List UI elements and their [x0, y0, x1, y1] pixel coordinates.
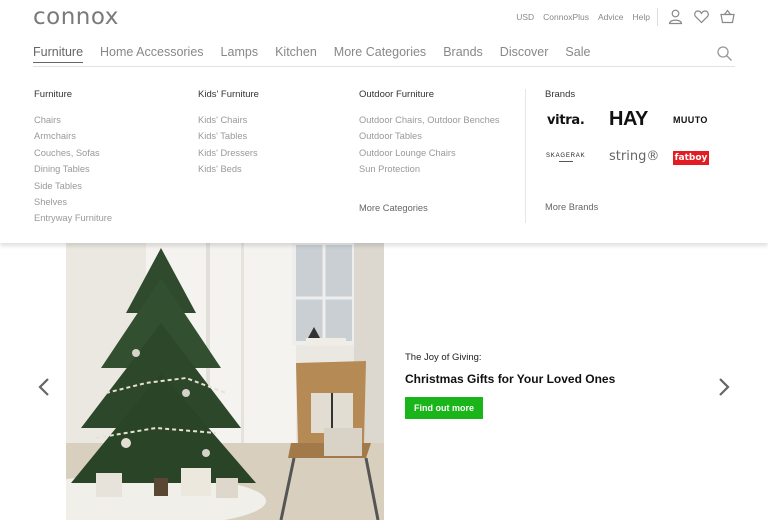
- nav-furniture[interactable]: Furniture: [33, 45, 84, 63]
- column-divider: [525, 89, 526, 223]
- menu-item-outdoor-lounge[interactable]: Outdoor Lounge Chairs: [359, 145, 519, 161]
- column-heading[interactable]: Furniture: [34, 89, 112, 100]
- brand-logo-hay[interactable]: HAY: [609, 108, 648, 131]
- carousel-prev-arrow-icon[interactable]: [36, 376, 52, 398]
- brand-logo-fatboy[interactable]: fatboy: [673, 151, 709, 165]
- main-nav: Furniture Home Accessories Lamps Kitchen…: [33, 45, 590, 63]
- brand-logo-skagerak[interactable]: SKAGERAK: [546, 153, 585, 162]
- brand-logo-string[interactable]: string®: [609, 149, 659, 164]
- more-brands-link[interactable]: More Brands: [545, 202, 598, 212]
- hero-image[interactable]: [66, 243, 384, 520]
- menu-item-outdoor-tables[interactable]: Outdoor Tables: [359, 128, 519, 144]
- brand-logo-muuto[interactable]: MUUTO: [673, 115, 708, 125]
- basket-icon[interactable]: [719, 8, 736, 25]
- utility-links: USD ConnoxPlus Advice Help: [516, 12, 650, 22]
- nav-more-categories[interactable]: More Categories: [334, 45, 426, 63]
- more-categories-link[interactable]: More Categories: [359, 203, 428, 213]
- menu-item-kids-beds[interactable]: Kids' Beds: [198, 161, 259, 177]
- menu-column-outdoor: Outdoor Furniture Outdoor Chairs, Outdoo…: [359, 89, 519, 223]
- menu-column-kids: Kids' Furniture Kids' Chairs Kids' Table…: [198, 89, 259, 178]
- menu-item-kids-dressers[interactable]: Kids' Dressers: [198, 145, 259, 161]
- nav-discover[interactable]: Discover: [500, 45, 549, 63]
- column-heading[interactable]: Kids' Furniture: [198, 89, 259, 100]
- utility-icons: [667, 8, 736, 25]
- currency-link[interactable]: USD: [516, 12, 534, 22]
- nav-kitchen[interactable]: Kitchen: [275, 45, 317, 63]
- menu-item-armchairs[interactable]: Armchairs: [34, 128, 112, 144]
- mega-menu: Furniture Chairs Armchairs Couches, Sofa…: [0, 67, 768, 243]
- menu-item-dining-tables[interactable]: Dining Tables: [34, 161, 112, 177]
- menu-item-kids-chairs[interactable]: Kids' Chairs: [198, 112, 259, 128]
- menu-item-chairs[interactable]: Chairs: [34, 112, 112, 128]
- user-icon[interactable]: [667, 8, 684, 25]
- column-heading[interactable]: Brands: [545, 89, 745, 100]
- menu-item-kids-tables[interactable]: Kids' Tables: [198, 128, 259, 144]
- nav-brands[interactable]: Brands: [443, 45, 483, 63]
- hero-text: The Joy of Giving: Christmas Gifts for Y…: [405, 352, 615, 419]
- page: connox USD ConnoxPlus Advice Help Furnit…: [0, 0, 768, 520]
- nav-lamps[interactable]: Lamps: [221, 45, 259, 63]
- hero-title: Christmas Gifts for Your Loved Ones: [405, 372, 616, 386]
- hero-eyebrow: The Joy of Giving:: [405, 352, 482, 363]
- advice-link[interactable]: Advice: [598, 12, 624, 22]
- menu-item-couches[interactable]: Couches, Sofas: [34, 145, 112, 161]
- utility-divider: [657, 8, 658, 26]
- nav-home-accessories[interactable]: Home Accessories: [100, 45, 204, 63]
- search-icon[interactable]: [716, 45, 733, 62]
- menu-item-side-tables[interactable]: Side Tables: [34, 178, 112, 194]
- nav-sale[interactable]: Sale: [565, 45, 590, 63]
- connoxplus-link[interactable]: ConnoxPlus: [543, 12, 589, 22]
- brands-column: Brands vitra. HAY MUUTO SKAGERAK string®…: [545, 89, 745, 212]
- menu-item-outdoor-chairs[interactable]: Outdoor Chairs, Outdoor Benches: [359, 112, 519, 128]
- connox-logo[interactable]: connox: [33, 4, 119, 30]
- carousel-next-arrow-icon[interactable]: [716, 376, 732, 398]
- menu-item-sun-protection[interactable]: Sun Protection: [359, 161, 519, 177]
- menu-item-entryway[interactable]: Entryway Furniture: [34, 210, 112, 226]
- help-link[interactable]: Help: [633, 12, 650, 22]
- menu-item-shelves[interactable]: Shelves: [34, 194, 112, 210]
- brand-logo-vitra[interactable]: vitra.: [547, 113, 585, 128]
- find-out-more-button[interactable]: Find out more: [405, 397, 483, 419]
- column-heading[interactable]: Outdoor Furniture: [359, 89, 519, 100]
- menu-column-furniture: Furniture Chairs Armchairs Couches, Sofa…: [34, 89, 112, 227]
- heart-icon[interactable]: [693, 8, 710, 25]
